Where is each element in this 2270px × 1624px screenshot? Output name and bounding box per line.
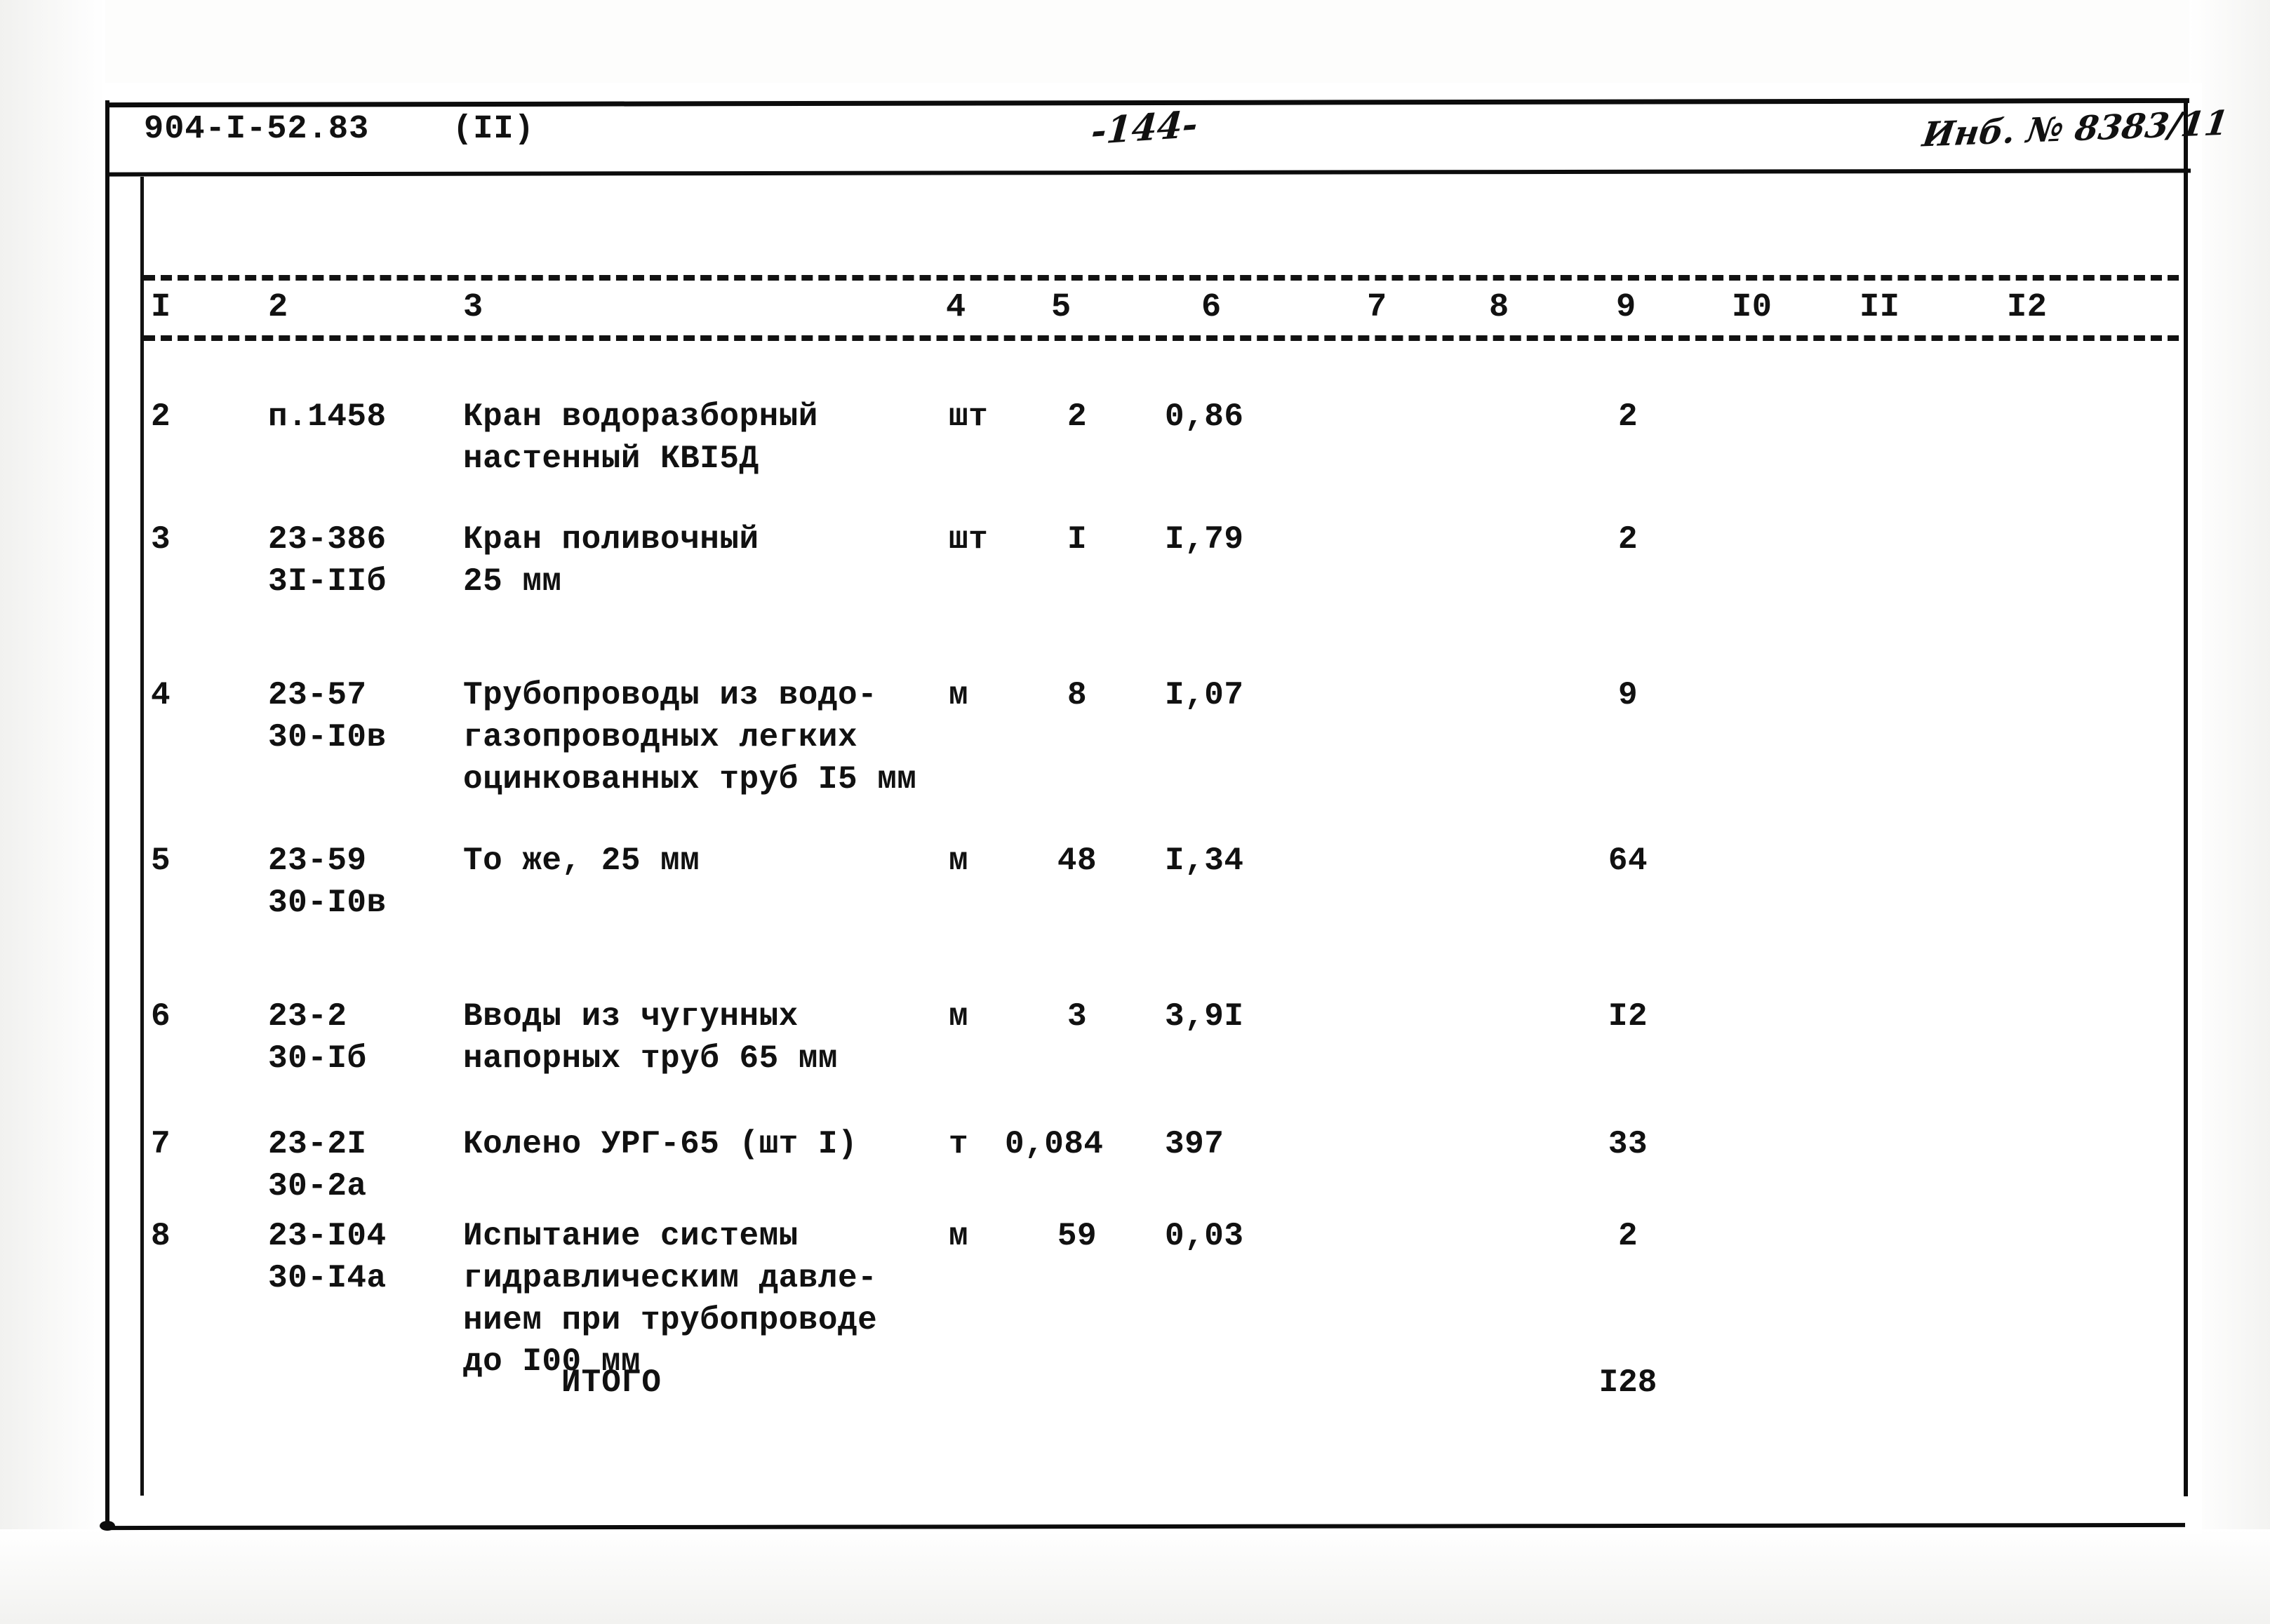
row-total: 9	[1617, 677, 1638, 713]
row-number: 3	[151, 521, 171, 558]
column-number-8: 8	[1489, 289, 1509, 326]
row-number: 2	[151, 398, 171, 435]
row-total: I2	[1608, 998, 1648, 1035]
document-variant: (II)	[453, 111, 535, 148]
document-code: 904-I-52.83	[144, 111, 370, 148]
row-quantity: 3	[1067, 998, 1088, 1035]
row-code: 23-I04 30-I4а	[268, 1218, 387, 1296]
row-price: 397	[1165, 1126, 1224, 1162]
row-price: I,34	[1165, 843, 1244, 879]
row-unit: шт	[949, 398, 989, 435]
row-number: 5	[151, 843, 171, 879]
row-quantity: 8	[1067, 677, 1088, 713]
row-unit: м	[949, 843, 969, 879]
column-number-7: 7	[1367, 289, 1387, 326]
row-total: 2	[1617, 1218, 1638, 1254]
row-total: 2	[1617, 398, 1638, 435]
column-number-11: II	[1860, 289, 1900, 326]
row-code: 23-2I 30-2а	[268, 1126, 367, 1204]
table-column-number-row: I 2 3 4 5 6 7 8 9 I0 II I2	[0, 286, 2270, 335]
row-description: Вводы из чугунных напорных труб 65 мм	[463, 998, 838, 1077]
row-price: I,07	[1165, 677, 1244, 713]
row-description: Кран поливочный 25 мм	[463, 521, 759, 600]
row-price: 0,86	[1165, 398, 1244, 435]
row-code: 23-386 3I-IIб	[268, 521, 387, 600]
row-description: Трубопроводы из водо- газопроводных легк…	[463, 677, 917, 798]
row-unit: шт	[949, 521, 989, 558]
column-number-1: I	[151, 289, 171, 326]
row-code: 23-57 30-I0в	[268, 677, 387, 756]
row-description: То же, 25 мм	[463, 843, 700, 879]
total-label: ИТОГО	[561, 1364, 662, 1401]
column-number-5: 5	[1051, 289, 1071, 326]
row-description: Испытание системы гидравлическим давле- …	[463, 1218, 878, 1381]
row-number: 7	[151, 1126, 171, 1162]
row-quantity: 0,084	[1005, 1126, 1104, 1162]
row-quantity: I	[1067, 521, 1088, 558]
column-number-3: 3	[463, 289, 483, 326]
row-description: Кран водоразборный настенный КВI5Д	[463, 398, 818, 477]
row-unit: м	[949, 1218, 969, 1254]
column-number-4: 4	[946, 289, 966, 326]
row-total: 2	[1617, 521, 1638, 558]
row-unit: т	[949, 1126, 969, 1162]
scan-edge-shading-bottom	[0, 1529, 2270, 1624]
page-number: -144-	[1090, 102, 1199, 154]
row-price: I,79	[1165, 521, 1244, 558]
row-code: 23-2 30-Iб	[268, 998, 367, 1077]
scan-edge-shading-left	[0, 0, 105, 1624]
row-total: 64	[1608, 843, 1648, 879]
table-dashed-rule-top	[144, 275, 2179, 281]
row-unit: м	[949, 998, 969, 1035]
row-number: 8	[151, 1218, 171, 1254]
column-number-9: 9	[1616, 289, 1636, 326]
row-quantity: 2	[1067, 398, 1088, 435]
row-total: 33	[1608, 1126, 1648, 1162]
row-price: 3,9I	[1165, 998, 1244, 1035]
row-quantity: 48	[1057, 843, 1097, 879]
row-number: 4	[151, 677, 171, 713]
column-number-2: 2	[268, 289, 288, 326]
table-dashed-rule-bottom	[144, 335, 2179, 341]
row-price: 0,03	[1165, 1218, 1244, 1254]
row-quantity: 59	[1057, 1218, 1097, 1254]
inventory-stamp: Инб. № 8383/11	[1920, 103, 2231, 155]
column-number-6: 6	[1201, 289, 1222, 326]
page-header: 904-I-52.83 (II) -144- Инб. № 8383/11	[0, 102, 2270, 170]
row-code: 23-59 30-I0в	[268, 843, 387, 921]
row-description: Колено УРГ-65 (шт I)	[463, 1126, 858, 1162]
total-value: I28	[1598, 1364, 1657, 1401]
column-number-12: I2	[2007, 289, 2048, 326]
column-number-10: I0	[1732, 289, 1772, 326]
frame-rule-inner-left	[140, 177, 144, 1496]
frame-corner-tick	[100, 1521, 115, 1531]
row-code: п.1458	[268, 398, 387, 435]
row-unit: м	[949, 677, 969, 713]
scanned-page: 904-I-52.83 (II) -144- Инб. № 8383/11 I …	[0, 0, 2270, 1624]
row-number: 6	[151, 998, 171, 1035]
